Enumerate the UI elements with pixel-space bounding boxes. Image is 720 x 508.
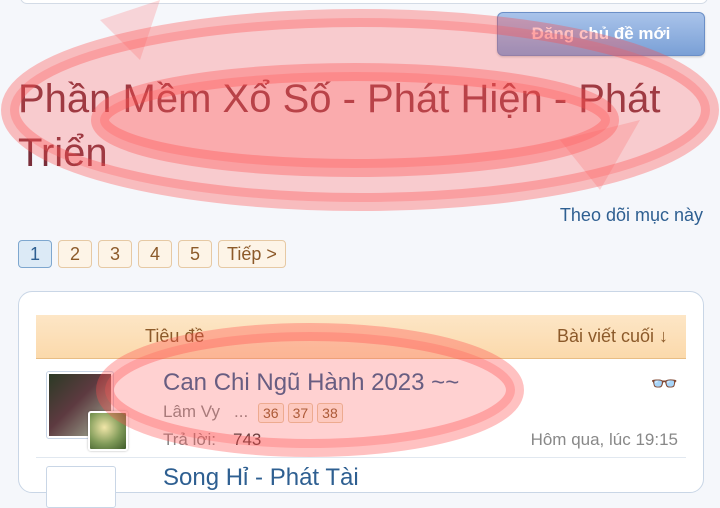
next-page-link[interactable]: Tiếp > — [218, 240, 286, 268]
thread-list-header: Tiêu đề Bài viết cuối ↓ — [36, 315, 686, 359]
top-bar — [20, 0, 708, 4]
page-ellipsis: ... — [234, 402, 249, 421]
page-3-link[interactable]: 3 — [98, 240, 132, 268]
column-last-post-sort[interactable]: Bài viết cuối ↓ — [557, 326, 668, 347]
avatar[interactable] — [46, 466, 116, 508]
thread-page-38[interactable]: 38 — [317, 403, 343, 423]
new-thread-button[interactable]: Đăng chủ đề mới — [497, 12, 705, 56]
page-4-link[interactable]: 4 — [138, 240, 172, 268]
thread-list-panel: Tiêu đề Bài viết cuối ↓ Can Chi Ngũ Hành… — [18, 291, 704, 508]
page-1-link[interactable]: 1 — [18, 240, 52, 268]
replies-count: 743 — [233, 430, 262, 449]
watch-forum-link[interactable]: Theo dõi mục này — [560, 205, 703, 226]
glasses-icon: 👓 — [650, 371, 678, 396]
thread-author-link[interactable]: Lâm Vy — [163, 402, 220, 422]
pagination: 1 2 3 4 5 Tiếp > — [18, 240, 286, 268]
last-post-time[interactable]: Hôm qua, lúc 19:15 — [531, 430, 678, 450]
last-poster-avatar[interactable] — [88, 411, 128, 451]
thread-title-link[interactable]: Can Chi Ngũ Hành 2023 ~~ — [163, 369, 459, 397]
replies-label: Trả lời: — [163, 430, 217, 449]
thread-row: Song Hỉ - Phát Tài — [36, 458, 686, 508]
thread-mini-pagination: 36 37 38 — [258, 403, 343, 423]
page-5-link[interactable]: 5 — [178, 240, 212, 268]
page-title: Phần Mềm Xổ Số - Phát Hiện - Phát Triển — [18, 77, 661, 175]
title-highlight-scribble — [100, 0, 160, 60]
thread-page-37[interactable]: 37 — [287, 403, 314, 423]
thread-page-36[interactable]: 36 — [258, 403, 284, 423]
column-title-sort[interactable]: Tiêu đề — [145, 326, 204, 347]
thread-row: Can Chi Ngũ Hành 2023 ~~ 👓 Lâm Vy ... 36… — [36, 359, 686, 458]
page-2-link[interactable]: 2 — [58, 240, 92, 268]
thread-title-link[interactable]: Song Hỉ - Phát Tài — [163, 464, 359, 492]
